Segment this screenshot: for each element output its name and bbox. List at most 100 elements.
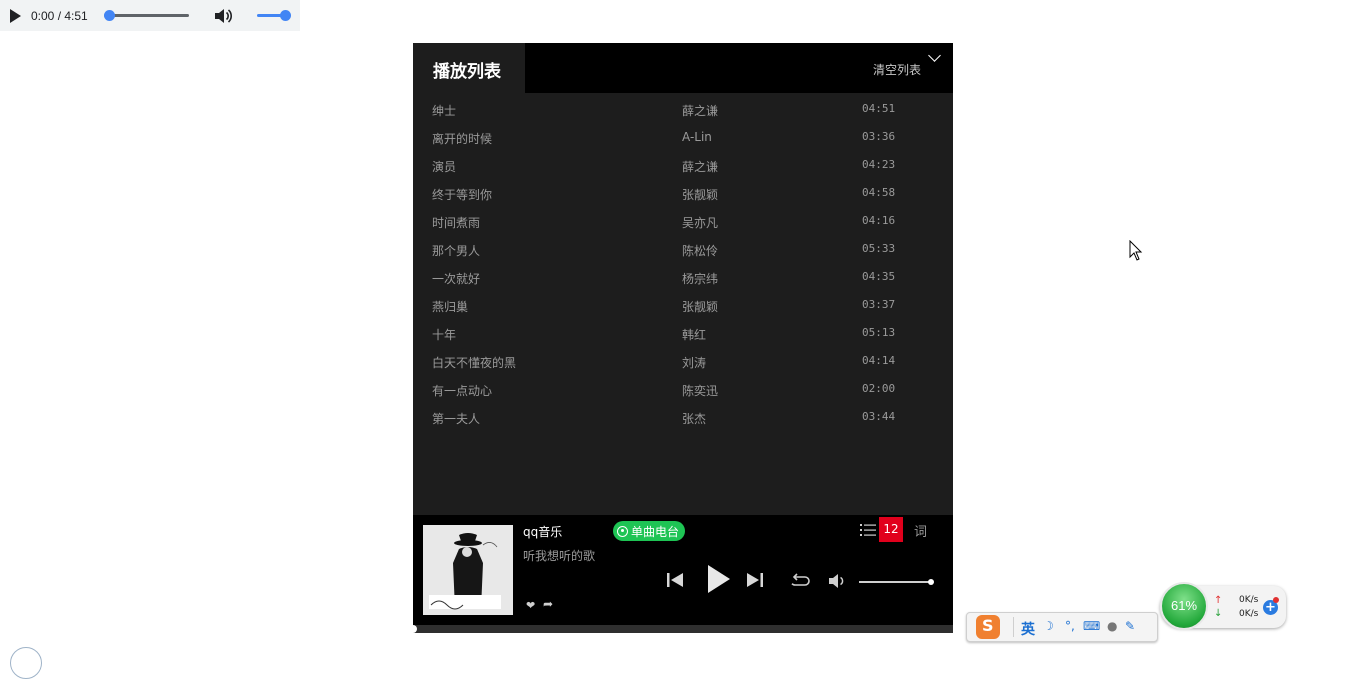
song-title: 白天不懂夜的黑	[432, 356, 517, 370]
song-artist: 杨宗纬	[682, 272, 719, 286]
download-arrow-icon: ↓	[1214, 608, 1223, 619]
seek-knob[interactable]	[104, 10, 115, 21]
song-duration: 04:35	[862, 270, 896, 283]
album-cover	[423, 525, 513, 615]
song-artist: 陈松伶	[682, 244, 719, 258]
song-duration: 03:37	[862, 298, 896, 311]
song-title: 那个男人	[432, 244, 481, 258]
song-artist: 张靓颖	[682, 188, 719, 202]
music-player: 播放列表 清空列表 绅士 薛之谦 04:51 离开的时候 A-Lin 03:36 演员 薛之谦…	[409, 43, 953, 633]
moon-icon[interactable]: ☽	[1043, 619, 1054, 633]
memory-percent[interactable]: 61%	[1160, 582, 1208, 630]
song-title: 一次就好	[432, 272, 481, 286]
song-row[interactable]: 十年 韩红 05:13	[413, 319, 953, 347]
keyboard-icon[interactable]: ⌨	[1083, 619, 1100, 633]
song-duration: 03:44	[862, 410, 896, 423]
song-title: 时间煮雨	[432, 216, 481, 230]
chevron-down-icon[interactable]	[928, 49, 941, 62]
download-speed: 0K/s	[1239, 609, 1259, 619]
play-icon[interactable]	[10, 8, 21, 23]
song-artist: 吴亦凡	[682, 216, 719, 230]
song-duration: 05:13	[862, 326, 896, 339]
song-duration: 04:23	[862, 158, 896, 171]
song-row[interactable]: 有一点动心 陈奕迅 02:00	[413, 375, 953, 403]
song-title: 燕归巢	[432, 300, 469, 314]
song-title: 离开的时候	[432, 132, 493, 146]
ime-divider	[1013, 617, 1014, 637]
speaker-icon[interactable]	[213, 7, 233, 25]
play-icon[interactable]	[704, 563, 732, 595]
song-row[interactable]: 终于等到你 张靓颖 04:58	[413, 179, 953, 207]
song-row[interactable]: 时间煮雨 吴亦凡 04:16	[413, 207, 953, 235]
song-artist: 韩红	[682, 328, 707, 342]
song-duration: 04:14	[862, 354, 896, 367]
playlist-count-badge[interactable]: 12	[879, 517, 903, 542]
song-row[interactable]: 白天不懂夜的黑 刘涛 04:14	[413, 347, 953, 375]
now-playing-title: qq音乐	[523, 525, 563, 539]
wrench-icon[interactable]: ✎	[1125, 619, 1135, 633]
song-list: 绅士 薛之谦 04:51 离开的时候 A-Lin 03:36 演员 薛之谦 04:23 终于等到你…	[413, 95, 953, 431]
previous-icon[interactable]	[665, 571, 685, 589]
heart-icon[interactable]: ❤	[526, 599, 535, 612]
song-row[interactable]: 演员 薛之谦 04:23	[413, 151, 953, 179]
song-duration: 02:00	[862, 382, 896, 395]
now-playing-subtitle: 听我想听的歌	[523, 549, 596, 563]
song-artist: A-Lin	[682, 130, 712, 144]
ime-toolbar: S 英 ☽ °, ⌨ ● ✎	[966, 612, 1158, 642]
lyrics-button[interactable]: 词	[914, 521, 927, 540]
song-title: 绅士	[432, 104, 457, 118]
song-artist: 刘涛	[682, 356, 707, 370]
song-duration: 04:16	[862, 214, 896, 227]
song-artist: 薛之谦	[682, 104, 719, 118]
song-row[interactable]: 第一夫人 张杰 03:44	[413, 403, 953, 431]
share-icon[interactable]: ➦	[543, 597, 553, 611]
upload-arrow-icon: ↑	[1214, 595, 1223, 606]
song-duration: 05:33	[862, 242, 896, 255]
volume-icon[interactable]	[827, 573, 847, 589]
next-icon[interactable]	[745, 571, 765, 589]
song-artist: 张杰	[682, 412, 707, 426]
song-duration: 04:58	[862, 186, 896, 199]
song-row[interactable]: 离开的时候 A-Lin 03:36	[413, 123, 953, 151]
song-row[interactable]: 一次就好 杨宗纬 04:35	[413, 263, 953, 291]
volume-slider[interactable]	[859, 579, 934, 585]
song-artist: 张靓颖	[682, 300, 719, 314]
clear-list-button[interactable]: 清空列表	[873, 61, 921, 78]
volume-knob[interactable]	[280, 10, 291, 21]
single-radio-button[interactable]: 单曲电台	[613, 521, 686, 541]
song-progress-bar[interactable]	[409, 625, 953, 633]
song-row[interactable]: 那个男人 陈松伶 05:33	[413, 235, 953, 263]
song-title: 第一夫人	[432, 412, 481, 426]
playlist-header: 播放列表 清空列表	[413, 43, 953, 93]
song-title: 有一点动心	[432, 384, 493, 398]
song-duration: 04:51	[862, 102, 896, 115]
network-monitor: 61% ↑ ↓ 0K/s 0K/s +	[1160, 582, 1286, 630]
song-row[interactable]: 燕归巢 张靓颖 03:37	[413, 291, 953, 319]
song-duration: 03:36	[862, 130, 896, 143]
radio-label: 单曲电台	[631, 524, 680, 539]
mouse-cursor-icon	[1129, 240, 1143, 261]
upload-speed: 0K/s	[1239, 595, 1259, 605]
song-title: 十年	[432, 328, 457, 342]
punctuation-icon[interactable]: °,	[1065, 619, 1075, 633]
progress-knob[interactable]	[409, 625, 417, 633]
radio-icon	[617, 525, 628, 537]
circle-button[interactable]	[10, 647, 42, 679]
player-controls: qq音乐 听我想听的歌 单曲电台 ❤ ➦ 12 词	[413, 515, 953, 625]
playlist-icon[interactable]	[860, 523, 876, 537]
audio-volume-slider[interactable]	[257, 10, 291, 21]
song-artist: 陈奕迅	[682, 384, 719, 398]
ime-language-toggle[interactable]: 英	[1021, 619, 1035, 639]
song-artist: 薛之谦	[682, 160, 719, 174]
song-title: 演员	[432, 160, 457, 174]
user-icon[interactable]: ●	[1107, 619, 1117, 633]
audio-time: 0:00 / 4:51	[31, 8, 88, 23]
song-row[interactable]: 绅士 薛之谦 04:51	[413, 95, 953, 123]
playlist-tab[interactable]: 播放列表	[413, 43, 525, 93]
volume-slider-knob[interactable]	[928, 579, 934, 585]
audio-seek-slider[interactable]	[104, 10, 189, 21]
notification-dot	[1273, 597, 1279, 603]
playlist-title: 播放列表	[433, 62, 501, 82]
loop-icon[interactable]	[789, 573, 811, 589]
sogou-logo-icon[interactable]: S	[976, 615, 1000, 639]
